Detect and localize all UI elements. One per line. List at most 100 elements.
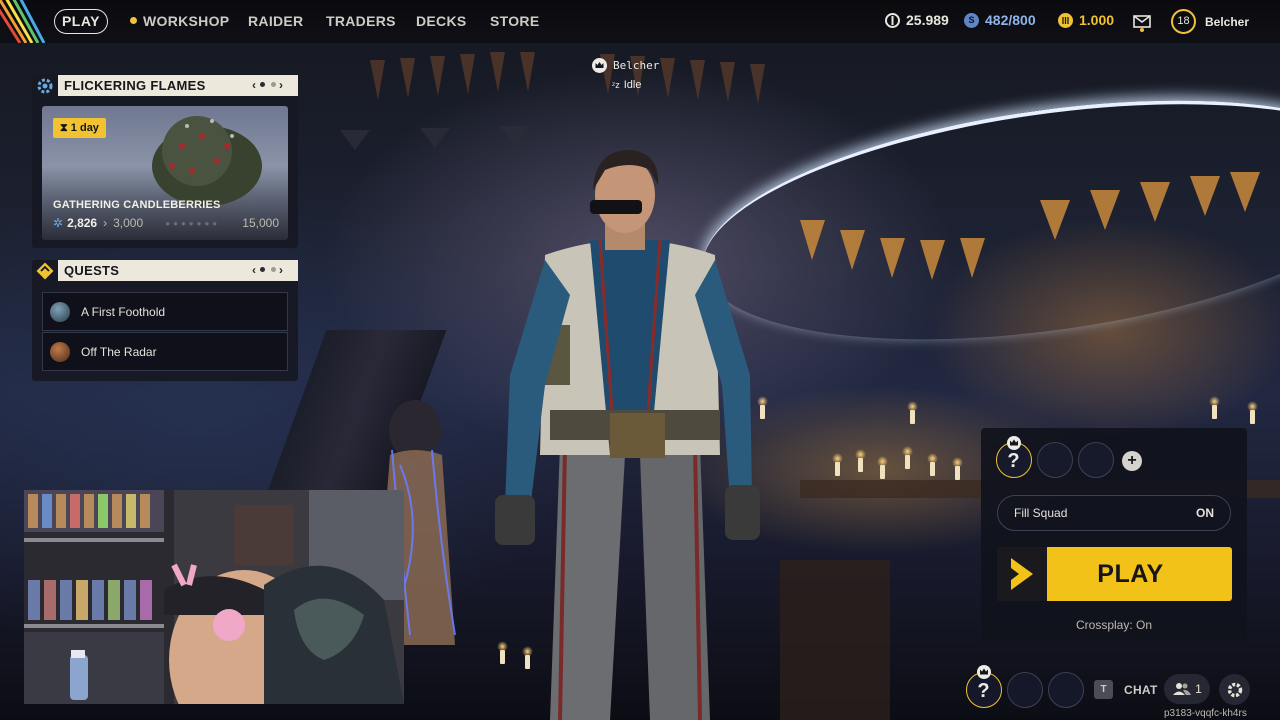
coin-icon	[885, 12, 900, 28]
event-pager: ‹ ›	[252, 75, 284, 96]
top-nav-bar: PLAY WORKSHOP RAIDER TRADERS DECKS STORE…	[0, 0, 1280, 43]
quest-item[interactable]: A First Foothold	[42, 292, 288, 331]
settings-button[interactable]	[1219, 674, 1250, 705]
player-nameplate: Belcher ᶻz Idle	[592, 58, 659, 91]
player-name-row: Belcher	[592, 58, 659, 73]
nav-play-tab[interactable]: PLAY	[54, 9, 108, 34]
chat-button[interactable]: CHAT	[1124, 683, 1158, 697]
chevron-right-small-icon: ›	[103, 216, 108, 230]
stool	[780, 560, 890, 720]
svg-text:?: ?	[977, 680, 989, 702]
quest-item[interactable]: Off The Radar	[42, 332, 288, 371]
candle	[902, 446, 913, 469]
event-name: GATHERING CANDLEBERRIES	[53, 199, 221, 211]
profile-name[interactable]: Belcher	[1205, 15, 1249, 29]
candle	[952, 457, 963, 480]
player-tag-name: Belcher	[613, 59, 660, 72]
seed-icon: S	[964, 12, 979, 28]
player-tag-status: Idle	[623, 79, 642, 91]
nav-raider-tab[interactable]: RAIDER	[248, 13, 303, 29]
svg-text:?: ?	[1007, 450, 1019, 472]
seeds-currency: S 482/800	[964, 12, 1036, 28]
player-level-badge[interactable]: 18	[1171, 9, 1196, 34]
rainbow-logo-icon	[0, 0, 46, 43]
notification-dot-icon	[130, 17, 137, 24]
friends-count: 1	[1195, 682, 1202, 696]
chevron-right-icon[interactable]: ›	[279, 78, 284, 92]
quests-panel-header: QUESTS ‹ ›	[58, 260, 298, 281]
crown-icon	[977, 665, 991, 679]
pager-dot	[271, 82, 276, 87]
candle	[877, 456, 888, 479]
candle	[1247, 401, 1258, 424]
token-icon	[1058, 12, 1073, 28]
squad-panel: ? + Fill Squad ON PLAY Crossplay: On	[981, 428, 1247, 642]
mail-inbox-icon[interactable]	[1133, 12, 1151, 32]
squad-slot-empty[interactable]	[1078, 442, 1114, 478]
quest-diamond-icon	[34, 260, 56, 282]
idle-zz-icon: ᶻz	[612, 80, 620, 90]
event-timer-badge: ⧗ 1 day	[53, 118, 106, 138]
quest-name: Off The Radar	[81, 344, 157, 359]
candleberry-bush-image	[152, 116, 262, 206]
raider-character	[495, 150, 760, 720]
nav-store-tab[interactable]: STORE	[490, 13, 539, 29]
event-progress-next: 3,000	[113, 216, 144, 230]
candle	[907, 401, 918, 424]
candle	[927, 453, 938, 476]
coins-value: 25.989	[906, 12, 949, 28]
crown-icon	[592, 58, 607, 73]
pager-dot	[271, 267, 276, 272]
fill-squad-value: ON	[1196, 506, 1214, 520]
event-progress: ✲ 2,826 › 3,000 ●●●●●●● 15,000	[53, 216, 279, 230]
bottom-squad-slot-empty[interactable]	[1007, 672, 1043, 708]
chat-keybind: T	[1094, 680, 1113, 699]
candle	[1209, 396, 1220, 419]
progress-dots: ●●●●●●●	[165, 218, 221, 228]
add-squad-member-icon[interactable]: +	[1122, 451, 1142, 471]
friends-button[interactable]: 1	[1164, 674, 1210, 704]
chevron-right-icon[interactable]: ›	[279, 263, 284, 277]
quests-pager: ‹ ›	[252, 260, 284, 281]
squad-slot-empty[interactable]	[1037, 442, 1073, 478]
event-card[interactable]: ⧗ 1 day GATHERING CANDLEBERRIES ✲ 2,826 …	[42, 106, 288, 240]
play-button-label: PLAY	[1097, 559, 1164, 588]
quest-name: A First Foothold	[81, 304, 166, 319]
event-progress-max: 15,000	[242, 216, 279, 230]
fill-squad-toggle[interactable]: Fill Squad ON	[997, 495, 1231, 531]
coins-currency: 25.989	[885, 12, 949, 28]
tokens-currency: 1.000	[1058, 12, 1114, 28]
play-button[interactable]: PLAY	[997, 547, 1232, 601]
event-timer-value: 1 day	[70, 122, 99, 134]
event-panel-title: FLICKERING FLAMES	[64, 78, 206, 93]
gear-icon	[34, 75, 56, 97]
nav-workshop-tab[interactable]: WORKSHOP	[130, 13, 229, 29]
quests-panel-title: QUESTS	[64, 263, 120, 278]
nav-traders-tab[interactable]: TRADERS	[326, 13, 396, 29]
chevron-left-icon[interactable]: ‹	[252, 263, 257, 277]
pager-dot	[260, 267, 265, 272]
pager-dot	[260, 82, 265, 87]
event-progress-current: 2,826	[67, 216, 98, 230]
candle	[855, 449, 866, 472]
bottom-squad-slot-empty[interactable]	[1048, 672, 1084, 708]
gear-small-icon: ✲	[53, 216, 64, 230]
quest-giver-avatar	[50, 301, 70, 322]
crossplay-status: Crossplay: On	[1075, 618, 1153, 632]
event-panel-header: FLICKERING FLAMES ‹ ›	[58, 75, 298, 96]
crown-icon	[1007, 436, 1021, 450]
session-id: p3183-vqqfc-kh4rs	[1164, 708, 1247, 719]
hourglass-icon: ⧗	[60, 122, 68, 134]
nav-workshop-label: WORKSHOP	[143, 13, 230, 29]
play-chevron-icon	[997, 547, 1047, 601]
candle	[832, 453, 843, 476]
settings-gear-icon	[1227, 682, 1242, 697]
fill-squad-label: Fill Squad	[1014, 506, 1068, 520]
chevron-left-icon[interactable]: ‹	[252, 78, 257, 92]
player-status-row: ᶻz Idle	[612, 79, 659, 91]
streamer-webcam-overlay	[24, 490, 404, 704]
friends-icon	[1173, 683, 1192, 695]
tokens-value: 1.000	[1079, 12, 1115, 28]
seeds-value: 482/800	[985, 12, 1036, 28]
nav-decks-tab[interactable]: DECKS	[416, 13, 467, 29]
